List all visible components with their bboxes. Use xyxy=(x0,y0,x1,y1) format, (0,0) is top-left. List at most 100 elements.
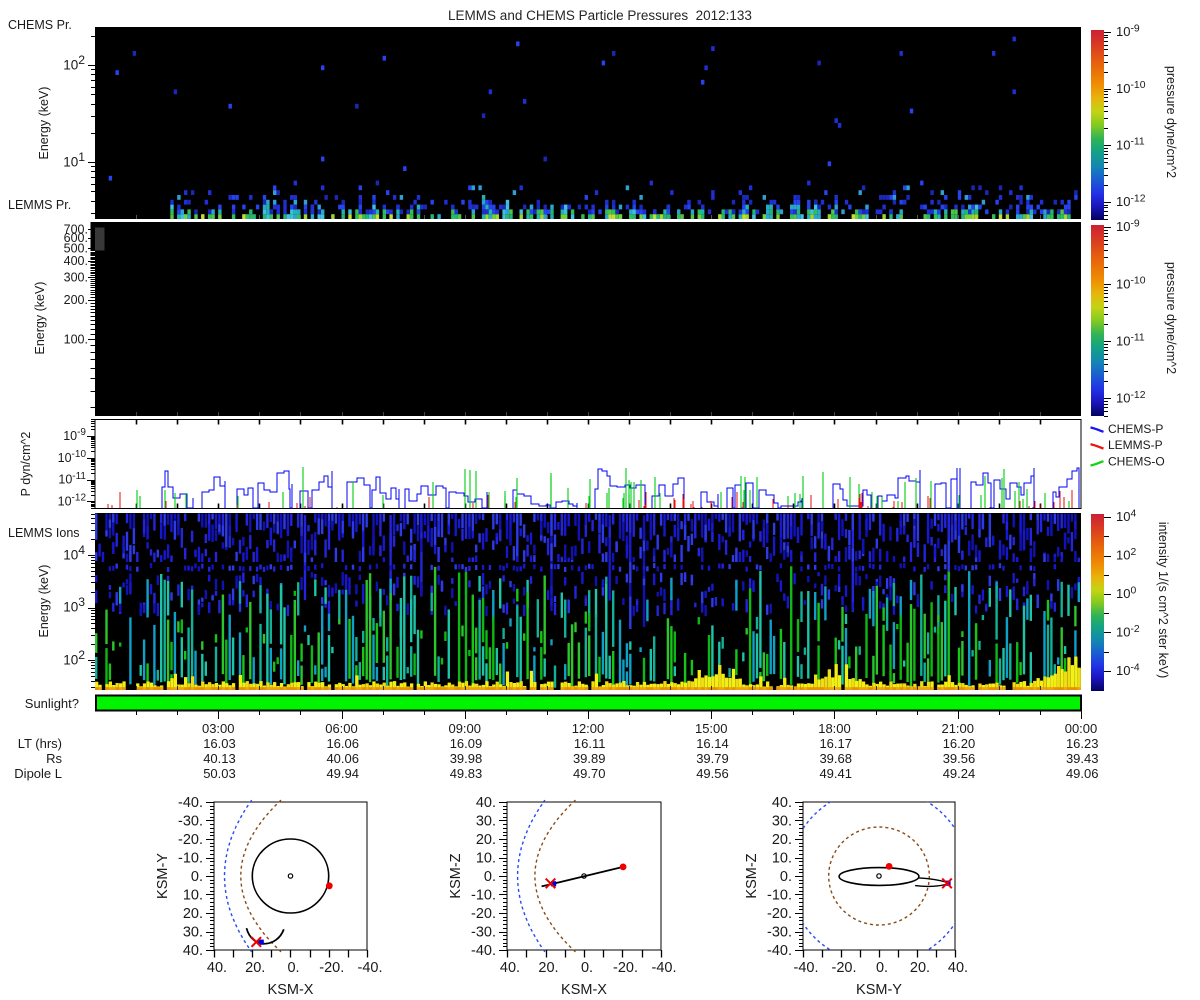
svg-text:-30.: -30. xyxy=(471,925,496,941)
svg-text:30.: 30. xyxy=(772,814,792,830)
svg-text:-40.: -40. xyxy=(794,960,819,976)
svg-text:39.68: 39.68 xyxy=(819,751,852,766)
svg-text:-40.: -40. xyxy=(358,960,383,976)
svg-text:-10.: -10. xyxy=(178,851,203,867)
svg-text:-30.: -30. xyxy=(767,925,792,941)
svg-text:39.56: 39.56 xyxy=(943,751,976,766)
svg-text:KSM-X: KSM-X xyxy=(561,982,607,998)
svg-text:10.: 10. xyxy=(772,851,792,867)
svg-text:20.: 20. xyxy=(476,832,496,848)
svg-text:-40.: -40. xyxy=(178,795,203,811)
svg-text:0.: 0. xyxy=(581,960,593,976)
svg-text:pressure dyne/cm^2: pressure dyne/cm^2 xyxy=(1164,262,1178,374)
svg-text:-10.: -10. xyxy=(471,888,496,904)
svg-text:40.: 40. xyxy=(772,795,792,811)
svg-text:03:00: 03:00 xyxy=(202,721,235,736)
svg-text:16.14: 16.14 xyxy=(696,736,729,751)
svg-text:intensity 1/(s cm^2 ster keV): intensity 1/(s cm^2 ster keV) xyxy=(1156,522,1170,679)
svg-text:20.: 20. xyxy=(183,906,203,922)
svg-text:49.24: 49.24 xyxy=(943,766,976,781)
svg-text:20.: 20. xyxy=(772,832,792,848)
svg-text:LT (hrs): LT (hrs) xyxy=(18,736,62,751)
svg-text:-20.: -20. xyxy=(832,960,857,976)
svg-text:09:00: 09:00 xyxy=(448,721,481,736)
svg-text:21:00: 21:00 xyxy=(941,721,974,736)
svg-text:Energy (keV): Energy (keV) xyxy=(37,87,51,160)
svg-text:40.: 40. xyxy=(948,960,968,976)
svg-text:49.70: 49.70 xyxy=(573,766,606,781)
svg-text:49.83: 49.83 xyxy=(450,766,483,781)
svg-text:Sunlight?: Sunlight? xyxy=(25,696,79,711)
svg-text:16.17: 16.17 xyxy=(819,736,852,751)
svg-text:49.56: 49.56 xyxy=(696,766,729,781)
svg-text:00:00: 00:00 xyxy=(1065,721,1098,736)
svg-text:16.11: 16.11 xyxy=(574,736,606,751)
svg-text:-10.: -10. xyxy=(767,888,792,904)
svg-text:100.: 100. xyxy=(64,332,88,346)
svg-text:Energy (keV): Energy (keV) xyxy=(37,565,51,638)
svg-text:49.06: 49.06 xyxy=(1066,766,1099,781)
svg-text:49.41: 49.41 xyxy=(819,766,852,781)
svg-text:0.: 0. xyxy=(484,869,496,885)
svg-text:39.79: 39.79 xyxy=(696,751,729,766)
svg-text:-30.: -30. xyxy=(178,814,203,830)
svg-text:KSM-X: KSM-X xyxy=(268,982,314,998)
svg-text:40.: 40. xyxy=(500,960,520,976)
svg-text:10.: 10. xyxy=(183,888,203,904)
svg-text:30.: 30. xyxy=(476,814,496,830)
svg-text:LEMMS and CHEMS Particle Press: LEMMS and CHEMS Particle Pressures 2012:… xyxy=(448,8,752,23)
svg-text:50.03: 50.03 xyxy=(203,766,236,781)
svg-text:LEMMS Pr.: LEMMS Pr. xyxy=(8,198,71,212)
svg-text:16.23: 16.23 xyxy=(1066,736,1099,751)
svg-text:KSM-Y: KSM-Y xyxy=(155,853,171,899)
svg-text:39.43: 39.43 xyxy=(1066,751,1099,766)
svg-text:Energy (keV): Energy (keV) xyxy=(33,282,47,355)
svg-text:16.03: 16.03 xyxy=(203,736,236,751)
svg-text:40.13: 40.13 xyxy=(203,751,236,766)
svg-text:-40.: -40. xyxy=(471,943,496,959)
svg-text:15:00: 15:00 xyxy=(695,721,728,736)
svg-text:300.: 300. xyxy=(64,270,88,284)
svg-text:LEMMS Ions: LEMMS Ions xyxy=(8,526,80,540)
svg-text:CHEMS Pr.: CHEMS Pr. xyxy=(8,18,72,32)
svg-text:20.: 20. xyxy=(245,960,265,976)
svg-text:-20.: -20. xyxy=(767,906,792,922)
svg-text:40.: 40. xyxy=(183,943,203,959)
svg-text:49.94: 49.94 xyxy=(326,766,359,781)
svg-text:-40.: -40. xyxy=(767,943,792,959)
svg-text:-20.: -20. xyxy=(319,960,344,976)
svg-text:KSM-Z: KSM-Z xyxy=(448,853,464,898)
svg-text:Dipole L: Dipole L xyxy=(14,766,62,781)
svg-text:0.: 0. xyxy=(780,869,792,885)
svg-text:16.20: 16.20 xyxy=(943,736,976,751)
svg-text:0.: 0. xyxy=(876,960,888,976)
svg-text:0.: 0. xyxy=(287,960,299,976)
svg-text:16.06: 16.06 xyxy=(326,736,359,751)
svg-text:-20.: -20. xyxy=(178,832,203,848)
svg-text:200.: 200. xyxy=(64,293,88,307)
svg-text:-40.: -40. xyxy=(652,960,677,976)
svg-text:LEMMS-P: LEMMS-P xyxy=(1108,438,1163,452)
svg-text:0.: 0. xyxy=(191,869,203,885)
svg-text:39.89: 39.89 xyxy=(573,751,606,766)
svg-text:40.: 40. xyxy=(207,960,227,976)
svg-text:400.: 400. xyxy=(64,254,88,268)
svg-text:pressure dyne/cm^2: pressure dyne/cm^2 xyxy=(1164,66,1178,178)
svg-text:-20.: -20. xyxy=(613,960,638,976)
svg-text:KSM-Y: KSM-Y xyxy=(856,982,902,998)
svg-text:40.: 40. xyxy=(476,795,496,811)
svg-text:10.: 10. xyxy=(476,851,496,867)
svg-text:18:00: 18:00 xyxy=(818,721,851,736)
svg-text:40.06: 40.06 xyxy=(326,751,359,766)
svg-text:12:00: 12:00 xyxy=(572,721,605,736)
svg-text:20.: 20. xyxy=(538,960,558,976)
svg-text:P dyn/cm^2: P dyn/cm^2 xyxy=(19,432,33,497)
svg-text:-20.: -20. xyxy=(471,906,496,922)
svg-text:30.: 30. xyxy=(183,925,203,941)
svg-text:KSM-Z: KSM-Z xyxy=(744,853,760,898)
svg-text:Rs: Rs xyxy=(46,751,62,766)
svg-text:CHEMS-O: CHEMS-O xyxy=(1108,455,1165,469)
svg-text:39.98: 39.98 xyxy=(450,751,483,766)
svg-text:CHEMS-P: CHEMS-P xyxy=(1108,422,1163,436)
svg-text:06:00: 06:00 xyxy=(325,721,358,736)
